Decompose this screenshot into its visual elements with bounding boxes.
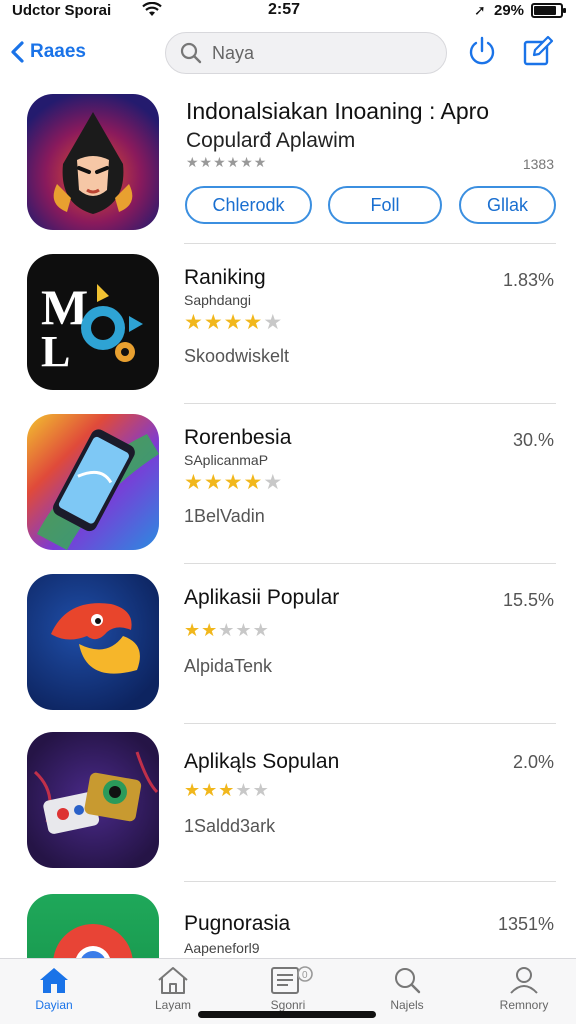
featured-title: Indonalsiakan Inoaning : Apro [186, 98, 490, 124]
star-empty-icon: ★ [263, 471, 284, 494]
app-percent: 1.83% [502, 270, 554, 290]
app-developer: Saphdangi [184, 292, 251, 308]
featured-rating: ★★★★★★ [186, 154, 268, 170]
app-developer: SAplicanmaP [184, 452, 269, 468]
battery-icon [531, 3, 566, 18]
star-empty-icon: ★ [235, 780, 253, 800]
clock: 2:57 [268, 1, 301, 18]
back-button[interactable]: Raaes [10, 34, 86, 70]
tab-remnory[interactable]: Remnory [479, 965, 569, 1019]
star-filled-icon: ★ [184, 471, 204, 494]
person-icon [510, 967, 538, 994]
app-name: Aplikąls Sopulan [184, 750, 340, 773]
power-icon[interactable] [465, 34, 499, 68]
featured-subtitle: Copularđ Aplawim [186, 129, 356, 152]
home-icon [40, 968, 68, 993]
featured-app[interactable]: Indonalsiakan Inoaning : Apro Copularđ A… [0, 90, 576, 245]
tab-najels[interactable]: Najels [362, 965, 452, 1019]
featured-count: 1383 [522, 156, 554, 172]
nav-bar: Raaes [0, 26, 576, 82]
app-percent: 2.0% [512, 752, 554, 772]
compose-icon[interactable] [521, 34, 555, 68]
chevron-left-icon [11, 41, 24, 63]
bird-icon [27, 574, 159, 710]
chrome-icon [27, 894, 159, 958]
star-empty-icon: ★ [252, 620, 270, 640]
book-icon: 0 [271, 966, 313, 994]
star-filled-icon: ★ [218, 780, 236, 800]
search-input[interactable] [212, 42, 412, 64]
search-icon [395, 968, 421, 994]
featured-button-3[interactable]: Gllak [459, 186, 556, 224]
game-icon [27, 732, 159, 868]
search-icon [180, 42, 202, 64]
tab-label: Dayian [35, 998, 73, 1012]
phone-icon [27, 414, 159, 550]
star-filled-icon: ★ [203, 311, 224, 334]
tab-home[interactable]: Dayian [9, 965, 99, 1019]
app-rating: ★★★★★ [184, 780, 270, 801]
hooded-character-icon [27, 94, 159, 230]
app-row[interactable]: Pugnorasia Aapeneforl9 1351% [0, 884, 576, 958]
tab-label: Najels [390, 998, 424, 1012]
app-row[interactable]: Aplikasii Popular ★★★★★ AlpidaTenk 15.5% [0, 564, 576, 724]
location-arrow-icon: ➚ [474, 2, 486, 18]
star-filled-icon: ★ [243, 471, 264, 494]
app-name: Aplikasii Popular [184, 586, 340, 609]
svg-text:0: 0 [302, 970, 308, 981]
star-filled-icon: ★ [203, 471, 224, 494]
app-name: Rorenbesia [184, 426, 292, 449]
tab-label: Remnory [499, 998, 549, 1012]
app-percent: 1351% [497, 914, 554, 934]
featured-button-1[interactable]: Chlerodk [185, 186, 312, 224]
app-meta: Skoodwiskelt [184, 346, 290, 366]
app-meta: 1Saldd3ark [184, 816, 276, 836]
battery-level [534, 6, 556, 15]
featured-button-2[interactable]: Foll [328, 186, 442, 224]
app-row[interactable]: Aplikąls Sopulan ★★★★★ 1Saldd3ark 2.0% [0, 722, 576, 882]
star-empty-icon: ★ [235, 620, 253, 640]
status-bar: Udctor Sporai 2:57 ➚ 29% [0, 0, 576, 22]
mlo-icon: M L [27, 254, 159, 390]
tab-label: Sgonri [270, 998, 306, 1012]
battery-percent: 29% [494, 2, 525, 19]
star-filled-icon: ★ [184, 620, 202, 640]
app-meta: AlpidaTenk [184, 656, 273, 676]
app-name: Pugnorasia [184, 912, 291, 935]
star-filled-icon: ★ [243, 311, 264, 334]
search-bar[interactable] [165, 32, 447, 74]
tab-label: Layam [154, 998, 192, 1012]
star-empty-icon: ★ [263, 311, 284, 334]
app-percent: 15.5% [502, 590, 554, 610]
wifi-icon [142, 2, 162, 16]
star-filled-icon: ★ [223, 471, 244, 494]
app-percent: 30.% [512, 430, 554, 450]
carrier-name: Udctor Sporai [12, 2, 112, 19]
divider [184, 881, 556, 882]
app-rating: ★★★★★ [184, 310, 283, 335]
star-filled-icon: ★ [184, 311, 204, 334]
star-filled-icon: ★ [184, 780, 202, 800]
app-developer: Aapeneforl9 [184, 940, 260, 956]
star-filled-icon: ★ [201, 780, 219, 800]
app-name: Raniking [184, 266, 266, 289]
star-empty-icon: ★ [218, 620, 236, 640]
back-label: Raaes [30, 41, 86, 62]
svg-text:L: L [41, 327, 70, 376]
star-filled-icon: ★ [201, 620, 219, 640]
star-filled-icon: ★ [223, 311, 244, 334]
star-empty-icon: ★ [252, 780, 270, 800]
app-rating: ★★★★★ [184, 470, 283, 495]
app-rating: ★★★★★ [184, 620, 270, 641]
home-indicator [198, 1011, 376, 1018]
app-row[interactable]: Rorenbesia SAplicanmaP ★★★★★ 1BelVadin 3… [0, 404, 576, 564]
app-meta: 1BelVadin [184, 506, 265, 526]
house-outline-icon [158, 967, 188, 994]
app-row[interactable]: M L Raniking Saphdangi ★★★★★ Skoodwiskel… [0, 244, 576, 404]
